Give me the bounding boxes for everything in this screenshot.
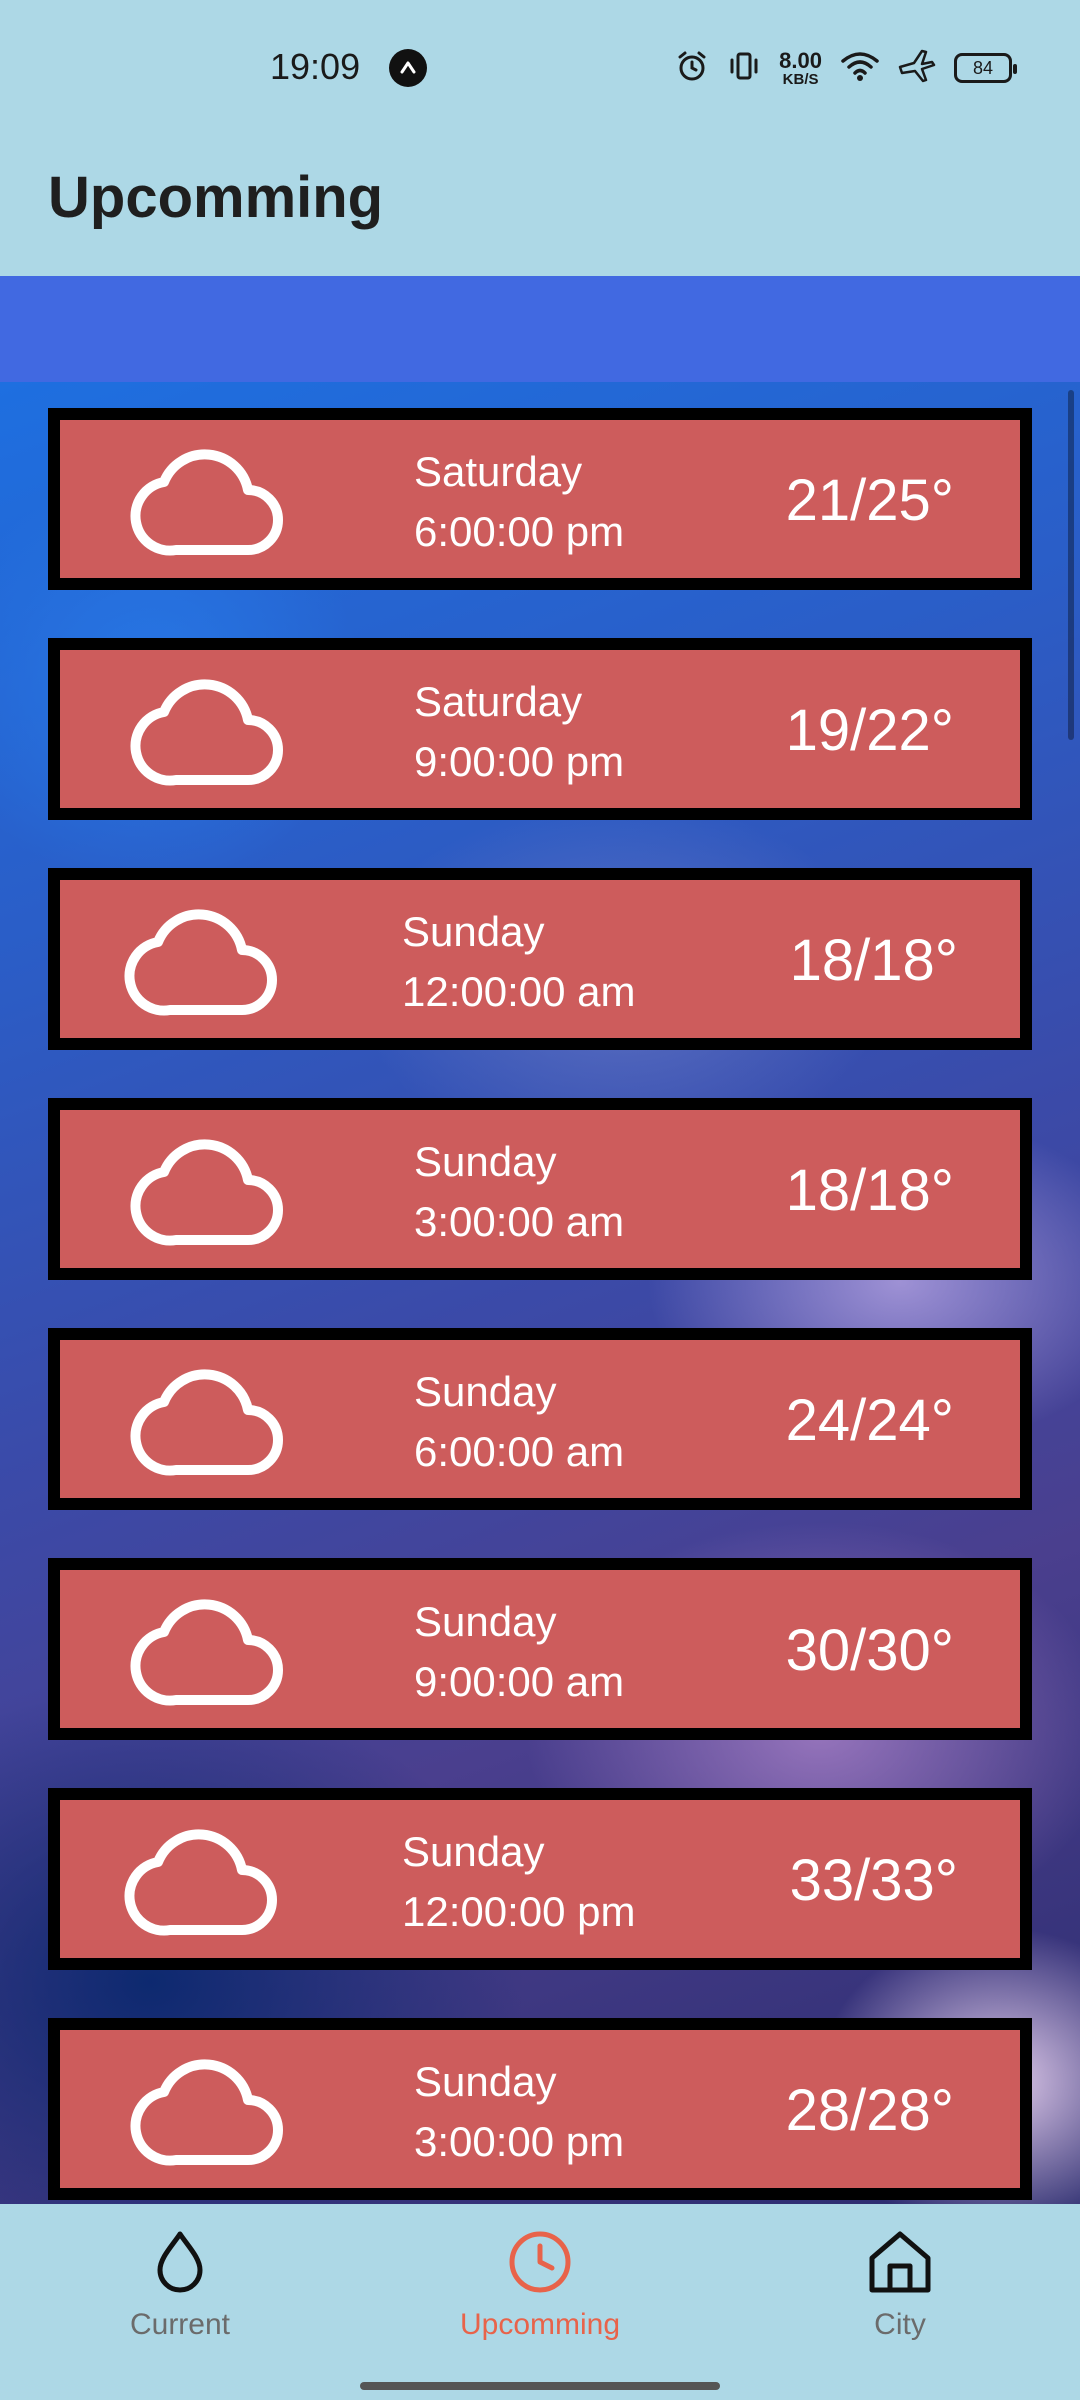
forecast-hour: 12:00:00 am xyxy=(402,968,636,1015)
forecast-temp: 28/28° xyxy=(785,2078,954,2143)
airplane-icon xyxy=(898,49,936,88)
forecast-list: Saturday 6:00:00 pm 21/25° Saturday 9:00… xyxy=(48,408,1032,2204)
status-bar: 19:09 8.00 KB/S 84 xyxy=(0,0,1080,136)
app-bar: Upcomming xyxy=(0,136,1080,276)
forecast-day: Sunday xyxy=(414,1138,557,1185)
battery-level: 84 xyxy=(972,57,994,78)
cloud-icon xyxy=(130,679,283,786)
forecast-scroll-area[interactable]: Saturday 6:00:00 pm 21/25° Saturday 9:00… xyxy=(0,382,1080,2204)
status-time: 19:09 xyxy=(270,46,361,87)
forecast-card[interactable]: Sunday 3:00:00 pm 28/28° xyxy=(48,2018,1032,2200)
nav-label-current: Current xyxy=(129,2308,231,2341)
forecast-card[interactable]: Sunday 12:00:00 pm 33/33° xyxy=(48,1788,1032,1970)
forecast-hour: 12:00:00 pm xyxy=(402,1888,636,1935)
cloud-icon xyxy=(130,1369,283,1476)
forecast-card[interactable]: Saturday 9:00:00 pm 19/22° xyxy=(48,638,1032,820)
cloud-icon xyxy=(130,2059,283,2166)
forecast-temp: 18/18° xyxy=(789,928,958,993)
forecast-day: Sunday xyxy=(414,1598,557,1645)
forecast-time: Sunday 12:00:00 pm xyxy=(402,1822,636,1942)
forecast-time: Sunday 3:00:00 pm xyxy=(414,2052,624,2172)
wifi-icon xyxy=(840,49,880,88)
forecast-temp: 18/18° xyxy=(785,1158,954,1223)
forecast-hour: 9:00:00 pm xyxy=(414,738,625,785)
forecast-hour: 6:00:00 pm xyxy=(414,508,625,555)
forecast-temp: 19/22° xyxy=(785,698,954,763)
clock-icon xyxy=(509,2231,571,2293)
forecast-card[interactable]: Saturday 6:00:00 pm 21/25° xyxy=(48,408,1032,590)
forecast-time: Sunday 9:00:00 am xyxy=(414,1592,624,1712)
forecast-day: Saturday xyxy=(414,678,583,725)
forecast-temp: 33/33° xyxy=(789,1848,958,1913)
forecast-card[interactable]: Sunday 9:00:00 am 30/30° xyxy=(48,1558,1032,1740)
header-strip xyxy=(0,276,1080,382)
forecast-day: Sunday xyxy=(402,1828,545,1875)
nav-city[interactable]: City xyxy=(720,2204,1080,2400)
forecast-temp: 30/30° xyxy=(785,1618,954,1683)
forecast-temp: 21/25° xyxy=(785,468,954,533)
forecast-card[interactable]: Sunday 3:00:00 am 18/18° xyxy=(48,1098,1032,1280)
forecast-time: Sunday 3:00:00 am xyxy=(414,1132,624,1252)
net-speed: 8.00 KB/S xyxy=(779,47,822,88)
bottom-nav: Current Upcomming City xyxy=(0,2204,1080,2400)
net-speed-value: 8.00 xyxy=(779,47,822,73)
forecast-time: Sunday 12:00:00 am xyxy=(402,902,636,1022)
alarm-icon xyxy=(675,49,709,88)
forecast-day: Saturday xyxy=(414,448,583,495)
forecast-day: Sunday xyxy=(402,908,545,955)
net-speed-unit: KB/S xyxy=(782,70,819,88)
app-notification-icon xyxy=(389,49,427,87)
forecast-day: Sunday xyxy=(414,1368,557,1415)
cloud-icon xyxy=(130,449,283,556)
forecast-time: Sunday 6:00:00 am xyxy=(414,1362,624,1482)
forecast-time: Saturday 6:00:00 pm xyxy=(414,442,624,562)
nav-label-city: City xyxy=(874,2308,926,2341)
drop-icon xyxy=(157,2231,203,2293)
forecast-temp: 24/24° xyxy=(785,1388,954,1453)
cloud-icon xyxy=(124,909,277,1016)
forecast-day: Sunday xyxy=(414,2058,557,2105)
cloud-icon xyxy=(130,1139,283,1246)
nav-label-upcomming: Upcomming xyxy=(459,2308,621,2341)
forecast-hour: 3:00:00 pm xyxy=(414,2118,625,2165)
forecast-card[interactable]: Sunday 6:00:00 am 24/24° xyxy=(48,1328,1032,1510)
cloud-icon xyxy=(124,1829,277,1936)
nav-upcomming[interactable]: Upcomming xyxy=(360,2204,720,2400)
forecast-hour: 6:00:00 am xyxy=(414,1428,625,1475)
scrollbar[interactable] xyxy=(1068,390,1074,740)
page-title: Upcomming xyxy=(48,165,384,230)
home-icon xyxy=(869,2231,931,2293)
nav-current[interactable]: Current xyxy=(0,2204,360,2400)
status-icons: 8.00 KB/S 84 xyxy=(675,44,1017,92)
battery-icon: 84 xyxy=(954,53,1017,83)
forecast-hour: 3:00:00 am xyxy=(414,1198,625,1245)
vibrate-icon xyxy=(727,49,761,88)
home-indicator[interactable] xyxy=(360,2382,720,2390)
cloud-icon xyxy=(130,1599,283,1706)
forecast-hour: 9:00:00 am xyxy=(414,1658,625,1705)
forecast-time: Saturday 9:00:00 pm xyxy=(414,672,624,792)
forecast-card[interactable]: Sunday 12:00:00 am 18/18° xyxy=(48,868,1032,1050)
